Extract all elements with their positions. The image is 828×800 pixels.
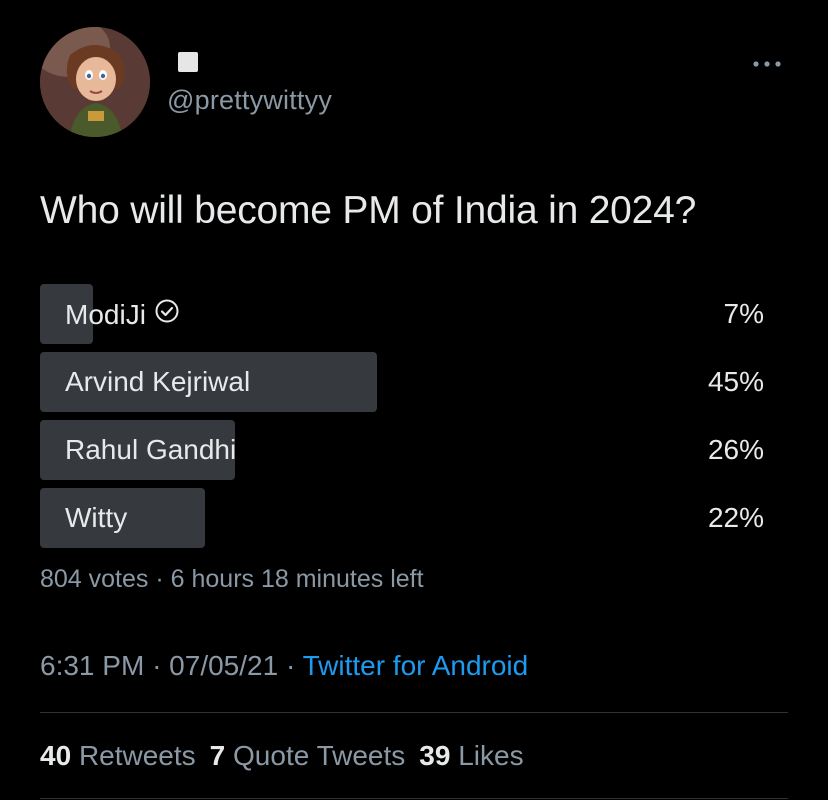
poll-option-rahul-gandhi: Rahul Gandhi 26% xyxy=(40,420,766,480)
tweet: @prettywittyy Who will become PM of Indi… xyxy=(0,0,828,800)
retweets-label: Retweets xyxy=(78,740,196,771)
separator: · xyxy=(152,650,162,681)
divider xyxy=(40,798,788,799)
likes-label: Likes xyxy=(458,740,524,771)
likes-count: 39 xyxy=(419,740,451,771)
display-name-glyph xyxy=(178,52,198,72)
poll-option-label: Rahul Gandhi xyxy=(65,434,237,465)
separator: · xyxy=(285,650,296,681)
avatar[interactable] xyxy=(40,27,150,137)
poll-option-label: ModiJi xyxy=(65,298,146,330)
check-circle-icon xyxy=(154,298,180,331)
tweet-time[interactable]: 6:31 PM xyxy=(40,650,144,681)
poll-option-label: Arvind Kejriwal xyxy=(65,366,251,397)
user-handle[interactable]: @prettywittyy xyxy=(167,85,332,116)
poll-option-percent: 26% xyxy=(707,434,764,465)
likes-link[interactable]: 39 Likes xyxy=(419,740,523,771)
quote-tweets-link[interactable]: 7 Quote Tweets xyxy=(210,740,406,771)
poll-option-witty: Witty 22% xyxy=(40,488,766,548)
divider xyxy=(40,712,788,713)
tweet-date[interactable]: 07/05/21 xyxy=(169,650,278,681)
poll-meta: 804 votes · 6 hours 18 minutes left xyxy=(40,565,424,593)
tweet-stats: 40 Retweets 7 Quote Tweets 39 Likes xyxy=(40,740,524,772)
poll-option-percent: 7% xyxy=(723,298,764,329)
poll-option-arvind-kejriwal: Arvind Kejriwal 45% xyxy=(40,352,766,412)
tweet-timestamp: 6:31 PM · 07/05/21 · Twitter for Android xyxy=(40,650,528,682)
quote-tweets-label: Quote Tweets xyxy=(233,740,406,771)
retweets-count: 40 xyxy=(40,740,72,771)
poll: ModiJi 7% Arvind Kejriwal 45% Rahul Gand… xyxy=(40,284,766,556)
poll-option-percent: 45% xyxy=(707,366,764,397)
more-horizontal-icon[interactable] xyxy=(752,48,782,76)
retweets-link[interactable]: 40 Retweets xyxy=(40,740,196,771)
poll-option-modiji: ModiJi 7% xyxy=(40,284,766,344)
poll-option-label: Witty xyxy=(65,502,128,533)
poll-option-percent: 22% xyxy=(707,502,764,533)
quote-tweets-count: 7 xyxy=(209,740,226,771)
tweet-text: Who will become PM of India in 2024? xyxy=(40,189,697,232)
tweet-source-link[interactable]: Twitter for Android xyxy=(303,650,529,681)
avatar-image xyxy=(40,27,150,137)
